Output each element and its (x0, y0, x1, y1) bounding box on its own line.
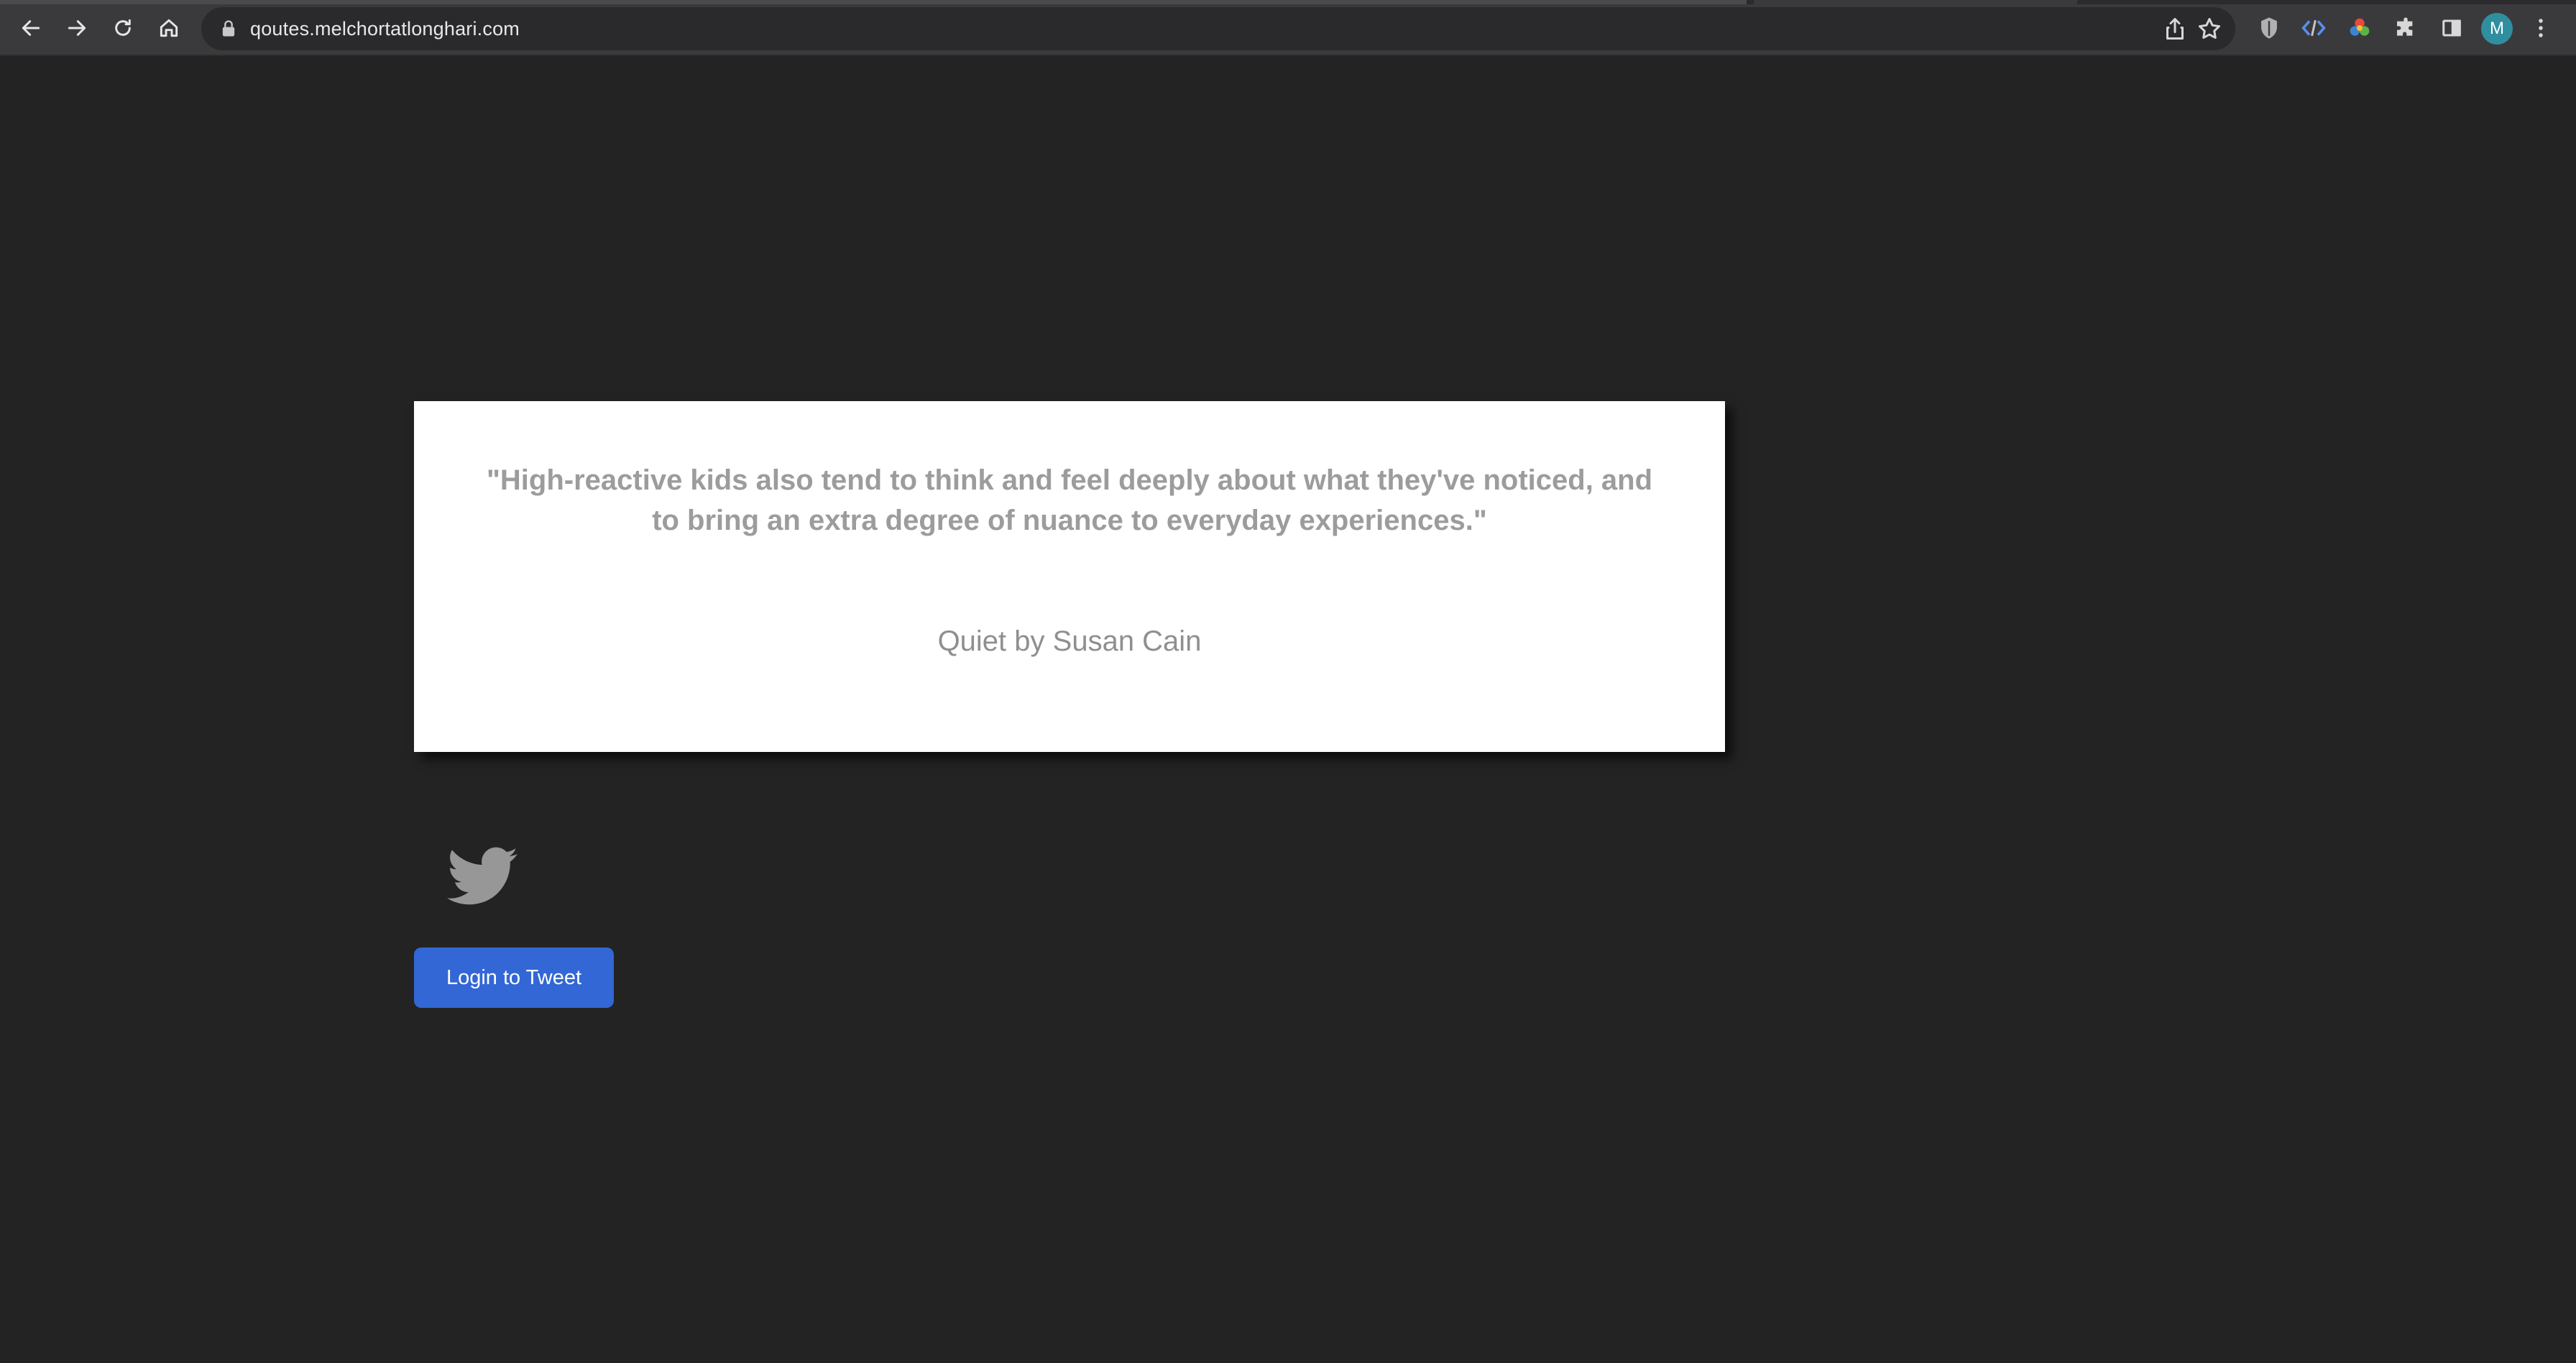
arrow-right-icon (68, 20, 86, 36)
reload-button[interactable] (106, 12, 139, 45)
extension-button[interactable] (2345, 13, 2375, 43)
side-panel-button[interactable] (2437, 13, 2467, 43)
extension-shield-icon (2261, 17, 2277, 39)
tab-strip-segment (1754, 0, 2077, 4)
url-text[interactable]: qoutes.melchortatlonghari.com (250, 7, 520, 50)
extension-button[interactable] (2254, 13, 2284, 43)
back-button[interactable] (14, 12, 47, 45)
reload-icon (115, 19, 131, 36)
extension-color-wheel-icon (2350, 18, 2370, 36)
login-to-tweet-button[interactable]: Login to Tweet (414, 947, 614, 1008)
puzzle-icon (2397, 17, 2413, 36)
tab-strip (0, 0, 2576, 4)
twitter-bird-icon[interactable] (447, 845, 518, 907)
profile-avatar[interactable]: M (2481, 13, 2513, 45)
quote-card: "High-reactive kids also tend to think a… (414, 401, 1725, 752)
forward-button[interactable] (60, 12, 93, 45)
address-bar[interactable]: qoutes.melchortatlonghari.com (201, 7, 2235, 50)
star-icon[interactable] (2196, 16, 2222, 42)
extension-code-icon (2301, 19, 2326, 37)
quote-source: Quiet by Susan Cain (937, 625, 1202, 657)
tab-strip-segment (0, 0, 1747, 4)
quote-text: "High-reactive kids also tend to think a… (486, 464, 1653, 536)
extensions-button[interactable] (2391, 13, 2421, 43)
browser-menu-button[interactable] (2530, 13, 2552, 43)
lock-icon[interactable] (218, 19, 239, 39)
home-button[interactable] (152, 12, 185, 45)
kebab-menu-icon (2539, 19, 2543, 37)
home-icon (160, 19, 178, 37)
side-panel-icon (2442, 19, 2461, 37)
browser-toolbar: qoutes.melchortatlonghari.com M (0, 0, 2576, 56)
extension-button[interactable] (2299, 13, 2329, 43)
arrow-left-icon (22, 20, 40, 36)
share-icon[interactable] (2162, 16, 2188, 42)
